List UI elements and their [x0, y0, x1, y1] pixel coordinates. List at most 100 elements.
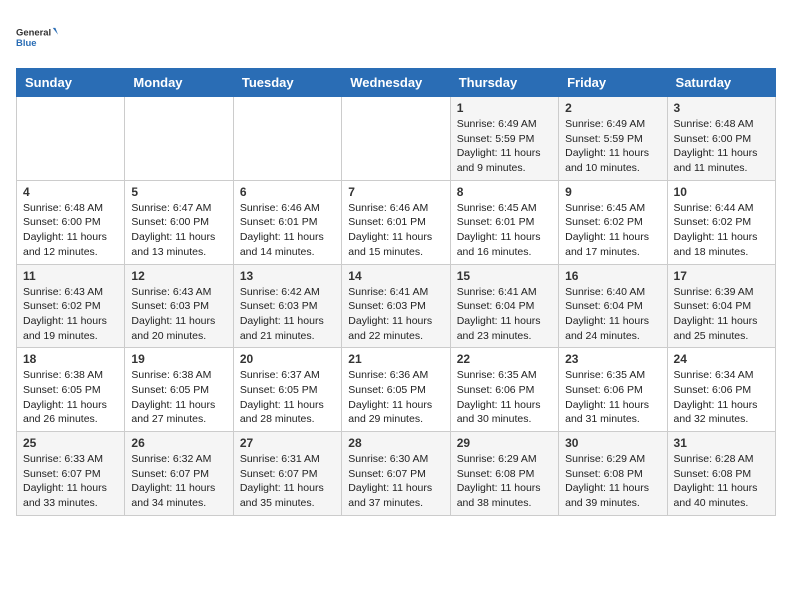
- calendar-cell: 3Sunrise: 6:48 AMSunset: 6:00 PMDaylight…: [667, 97, 775, 181]
- col-header-monday: Monday: [125, 69, 233, 97]
- calendar-cell: 25 Sunrise: 6:33 AMSunset: 6:07 PMDayligh…: [17, 432, 125, 516]
- day-number: 21: [348, 352, 443, 366]
- col-header-thursday: Thursday: [450, 69, 558, 97]
- calendar-cell: 9 Sunrise: 6:45 AMSunset: 6:02 PMDaylight…: [559, 180, 667, 264]
- calendar-cell: 12Sunrise: 6:43 AMSunset: 6:03 PMDayligh…: [125, 264, 233, 348]
- calendar-cell: 8Sunrise: 6:45 AMSunset: 6:01 PMDaylight…: [450, 180, 558, 264]
- calendar-cell: 31 Sunrise: 6:28 AMSunset: 6:08 PMDayligh…: [667, 432, 775, 516]
- col-header-sunday: Sunday: [17, 69, 125, 97]
- day-info: Sunrise: 6:38 AMSunset: 6:05 PMDaylight:…: [131, 368, 226, 427]
- calendar-cell: 19 Sunrise: 6:38 AMSunset: 6:05 PMDayligh…: [125, 348, 233, 432]
- calendar-cell: 7 Sunrise: 6:46 AMSunset: 6:01 PMDaylight…: [342, 180, 450, 264]
- calendar-header-row: SundayMondayTuesdayWednesdayThursdayFrid…: [17, 69, 776, 97]
- day-info: Sunrise: 6:41 AMSunset: 6:03 PMDaylight:…: [348, 285, 443, 344]
- calendar-week-1: 1 Sunrise: 6:49 AMSunset: 5:59 PMDaylight…: [17, 97, 776, 181]
- day-number: 12: [131, 269, 226, 283]
- calendar-cell: 5Sunrise: 6:47 AMSunset: 6:00 PMDaylight…: [125, 180, 233, 264]
- calendar-cell: [17, 97, 125, 181]
- day-number: 5: [131, 185, 226, 199]
- day-info: Sunrise: 6:46 AMSunset: 6:01 PMDaylight:…: [348, 201, 443, 260]
- day-info: Sunrise: 6:39 AMSunset: 6:04 PMDaylight:…: [674, 285, 769, 344]
- calendar-table: SundayMondayTuesdayWednesdayThursdayFrid…: [16, 68, 776, 516]
- day-number: 10: [674, 185, 769, 199]
- day-number: 26: [131, 436, 226, 450]
- calendar-cell: 27 Sunrise: 6:31 AMSunset: 6:07 PMDayligh…: [233, 432, 341, 516]
- day-number: 27: [240, 436, 335, 450]
- day-number: 2: [565, 101, 660, 115]
- day-number: 18: [23, 352, 118, 366]
- logo: General Blue: [16, 16, 58, 58]
- col-header-wednesday: Wednesday: [342, 69, 450, 97]
- day-info: Sunrise: 6:28 AMSunset: 6:08 PMDaylight:…: [674, 452, 769, 511]
- calendar-cell: 10 Sunrise: 6:44 AMSunset: 6:02 PMDayligh…: [667, 180, 775, 264]
- calendar-cell: 21 Sunrise: 6:36 AMSunset: 6:05 PMDayligh…: [342, 348, 450, 432]
- calendar-cell: 6 Sunrise: 6:46 AMSunset: 6:01 PMDaylight…: [233, 180, 341, 264]
- day-info: Sunrise: 6:29 AMSunset: 6:08 PMDaylight:…: [457, 452, 552, 511]
- calendar-week-3: 11 Sunrise: 6:43 AMSunset: 6:02 PMDayligh…: [17, 264, 776, 348]
- day-number: 23: [565, 352, 660, 366]
- calendar-cell: 11 Sunrise: 6:43 AMSunset: 6:02 PMDayligh…: [17, 264, 125, 348]
- day-number: 30: [565, 436, 660, 450]
- col-header-saturday: Saturday: [667, 69, 775, 97]
- day-info: Sunrise: 6:35 AMSunset: 6:06 PMDaylight:…: [457, 368, 552, 427]
- day-number: 9: [565, 185, 660, 199]
- day-number: 13: [240, 269, 335, 283]
- calendar-cell: 15 Sunrise: 6:41 AMSunset: 6:04 PMDayligh…: [450, 264, 558, 348]
- day-number: 31: [674, 436, 769, 450]
- day-number: 25: [23, 436, 118, 450]
- svg-text:Blue: Blue: [16, 38, 36, 49]
- calendar-cell: 14 Sunrise: 6:41 AMSunset: 6:03 PMDayligh…: [342, 264, 450, 348]
- logo-svg: General Blue: [16, 16, 58, 58]
- calendar-cell: 16 Sunrise: 6:40 AMSunset: 6:04 PMDayligh…: [559, 264, 667, 348]
- calendar-week-5: 25 Sunrise: 6:33 AMSunset: 6:07 PMDayligh…: [17, 432, 776, 516]
- day-number: 16: [565, 269, 660, 283]
- col-header-tuesday: Tuesday: [233, 69, 341, 97]
- day-info: Sunrise: 6:44 AMSunset: 6:02 PMDaylight:…: [674, 201, 769, 260]
- day-info: Sunrise: 6:32 AMSunset: 6:07 PMDaylight:…: [131, 452, 226, 511]
- col-header-friday: Friday: [559, 69, 667, 97]
- day-info: Sunrise: 6:29 AMSunset: 6:08 PMDaylight:…: [565, 452, 660, 511]
- day-info: Sunrise: 6:33 AMSunset: 6:07 PMDaylight:…: [23, 452, 118, 511]
- day-info: Sunrise: 6:48 AMSunset: 6:00 PMDaylight:…: [23, 201, 118, 260]
- day-number: 29: [457, 436, 552, 450]
- day-info: Sunrise: 6:40 AMSunset: 6:04 PMDaylight:…: [565, 285, 660, 344]
- calendar-cell: 17 Sunrise: 6:39 AMSunset: 6:04 PMDayligh…: [667, 264, 775, 348]
- day-info: Sunrise: 6:41 AMSunset: 6:04 PMDaylight:…: [457, 285, 552, 344]
- day-info: Sunrise: 6:49 AMSunset: 5:59 PMDaylight:…: [457, 117, 552, 176]
- day-number: 6: [240, 185, 335, 199]
- day-number: 8: [457, 185, 552, 199]
- day-number: 24: [674, 352, 769, 366]
- calendar-cell: [342, 97, 450, 181]
- day-number: 4: [23, 185, 118, 199]
- calendar-cell: 24 Sunrise: 6:34 AMSunset: 6:06 PMDayligh…: [667, 348, 775, 432]
- day-number: 19: [131, 352, 226, 366]
- day-number: 17: [674, 269, 769, 283]
- day-number: 11: [23, 269, 118, 283]
- day-number: 15: [457, 269, 552, 283]
- day-number: 7: [348, 185, 443, 199]
- calendar-cell: [233, 97, 341, 181]
- calendar-cell: 4 Sunrise: 6:48 AMSunset: 6:00 PMDaylight…: [17, 180, 125, 264]
- calendar-cell: [125, 97, 233, 181]
- calendar-cell: 1 Sunrise: 6:49 AMSunset: 5:59 PMDaylight…: [450, 97, 558, 181]
- calendar-cell: 2Sunrise: 6:49 AMSunset: 5:59 PMDaylight…: [559, 97, 667, 181]
- day-number: 1: [457, 101, 552, 115]
- day-info: Sunrise: 6:34 AMSunset: 6:06 PMDaylight:…: [674, 368, 769, 427]
- day-info: Sunrise: 6:43 AMSunset: 6:02 PMDaylight:…: [23, 285, 118, 344]
- day-info: Sunrise: 6:45 AMSunset: 6:02 PMDaylight:…: [565, 201, 660, 260]
- calendar-cell: 26 Sunrise: 6:32 AMSunset: 6:07 PMDayligh…: [125, 432, 233, 516]
- calendar-body: 1 Sunrise: 6:49 AMSunset: 5:59 PMDaylight…: [17, 97, 776, 516]
- day-info: Sunrise: 6:36 AMSunset: 6:05 PMDaylight:…: [348, 368, 443, 427]
- day-number: 14: [348, 269, 443, 283]
- calendar-week-2: 4 Sunrise: 6:48 AMSunset: 6:00 PMDaylight…: [17, 180, 776, 264]
- calendar-cell: 18Sunrise: 6:38 AMSunset: 6:05 PMDayligh…: [17, 348, 125, 432]
- day-info: Sunrise: 6:37 AMSunset: 6:05 PMDaylight:…: [240, 368, 335, 427]
- calendar-cell: 13Sunrise: 6:42 AMSunset: 6:03 PMDayligh…: [233, 264, 341, 348]
- calendar-cell: 28 Sunrise: 6:30 AMSunset: 6:07 PMDayligh…: [342, 432, 450, 516]
- day-number: 28: [348, 436, 443, 450]
- day-info: Sunrise: 6:30 AMSunset: 6:07 PMDaylight:…: [348, 452, 443, 511]
- day-info: Sunrise: 6:31 AMSunset: 6:07 PMDaylight:…: [240, 452, 335, 511]
- day-number: 22: [457, 352, 552, 366]
- day-number: 3: [674, 101, 769, 115]
- day-info: Sunrise: 6:46 AMSunset: 6:01 PMDaylight:…: [240, 201, 335, 260]
